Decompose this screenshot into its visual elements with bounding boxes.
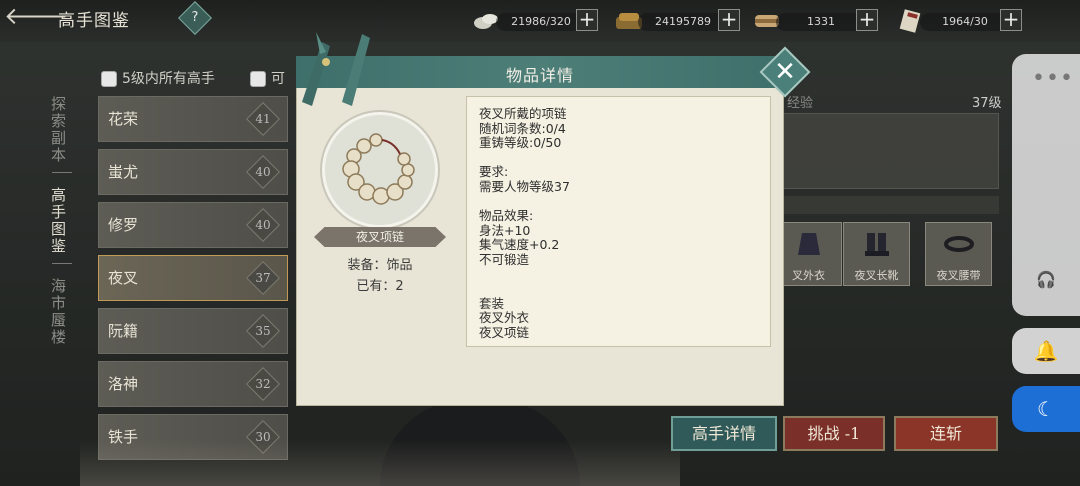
resource-value: 24195789 [638, 13, 728, 31]
resource-value: 1331 [776, 13, 866, 31]
level-badge: 41 [246, 102, 280, 136]
item-name: 夜叉项链 [314, 227, 446, 247]
menu-divider [52, 172, 72, 173]
moon-icon[interactable]: ☾ [1012, 386, 1080, 432]
set-item: 夜叉外衣 [479, 310, 530, 326]
menu-divider [52, 263, 72, 264]
item-slot: 装备：饰品 [347, 258, 413, 273]
more-icon[interactable]: ••• [1032, 66, 1074, 91]
resource-value: 1964/30 [920, 13, 1010, 31]
add-gold-button[interactable]: + [718, 9, 740, 31]
hero-detail-button[interactable]: 高手详情 [671, 416, 777, 451]
item-owned-count: 已有：2 [356, 279, 404, 294]
decorative-feathers [80, 440, 680, 486]
resource-value: 21986/320 [496, 13, 586, 31]
belt-icon [943, 236, 974, 252]
equipment-header [777, 196, 999, 214]
checkbox-icon[interactable] [250, 71, 266, 87]
resource-gold: 24195789 + [614, 9, 744, 33]
level-badge: 37 [246, 261, 280, 295]
headset-icon[interactable]: 🎧 [1036, 270, 1056, 290]
page-title: 高手图鉴 [58, 11, 130, 31]
desc-line: 重铸等级:0/50 [479, 135, 562, 151]
set-title: 套装 [479, 295, 505, 311]
filter-within-5-levels[interactable]: 5级内所有高手 [101, 68, 215, 88]
effect-line: 集气速度+0.2 [479, 237, 560, 253]
effect-line: 身法+10 [479, 222, 531, 238]
filter-second[interactable]: 可 [250, 68, 285, 88]
resource-ticket: 1964/30 + [896, 9, 1026, 33]
equip-slot-boots[interactable]: 夜叉长靴 [843, 222, 910, 286]
level-badge: 35 [246, 314, 280, 348]
requirement-line: 需要人物等级37 [479, 178, 570, 194]
add-silver-button[interactable]: + [576, 9, 598, 31]
resource-silver: 21986/320 + [472, 9, 602, 33]
sweep-button[interactable]: 连斩 [894, 416, 998, 451]
hero-item[interactable]: 修罗 40 [98, 202, 288, 248]
equip-slot-coat[interactable]: 叉外衣 [775, 222, 842, 286]
add-ticket-button[interactable]: + [1000, 9, 1022, 31]
level-badge: 40 [246, 208, 280, 242]
menu-mirage[interactable]: 海市蜃楼 [48, 278, 69, 346]
question-icon: ? [191, 10, 199, 25]
menu-hero-gallery[interactable]: 高手图鉴 [48, 187, 69, 255]
dialog-title: 物品详情 [505, 66, 574, 85]
hero-item[interactable]: 阮籍 35 [98, 308, 288, 354]
resource-scroll: 1331 + [752, 9, 882, 33]
hero-item[interactable]: 洛神 32 [98, 361, 288, 407]
close-icon: ✕ [774, 57, 796, 87]
hero-list: 花荣 41 蚩尤 40 修罗 40 夜叉 37 阮籍 35 洛神 32 铁手 30 [98, 96, 288, 467]
hero-item[interactable]: 花荣 41 [98, 96, 288, 142]
challenge-button[interactable]: 挑战 -1 [783, 416, 885, 451]
sword-ornament-icon [302, 32, 370, 106]
back-arrow-icon[interactable]: 🡐 [4, 3, 68, 31]
coat-icon [797, 233, 820, 255]
hero-level: 37级 [972, 96, 1002, 111]
desc-line: 夜叉所戴的项链 [479, 106, 567, 121]
hero-item-selected[interactable]: 夜叉 37 [98, 255, 288, 301]
menu-explore[interactable]: 探索副本 [48, 96, 69, 164]
level-badge: 40 [246, 155, 280, 189]
hero-item[interactable]: 蚩尤 40 [98, 149, 288, 195]
add-scroll-button[interactable]: + [856, 9, 878, 31]
exp-label: 经验 [787, 96, 814, 111]
item-description: 夜叉所戴的项链 随机词条数:0/4 重铸等级:0/50 要求: 需要人物等级37… [466, 96, 771, 347]
effect-title: 物品效果: [479, 208, 534, 224]
requirement-title: 要求: [479, 164, 509, 180]
boots-icon [864, 233, 889, 256]
necklace-icon [342, 133, 415, 205]
equip-slot-belt[interactable]: 夜叉腰带 [925, 222, 992, 286]
bell-icon[interactable]: 🔔 [1012, 328, 1080, 374]
vertical-menu: 探索副本 高手图鉴 海市蜃楼 [48, 96, 76, 346]
level-badge: 32 [246, 367, 280, 401]
set-item: 夜叉项链 [479, 324, 530, 340]
checkbox-icon[interactable] [101, 71, 117, 87]
hero-info-box [777, 113, 999, 189]
effect-line: 不可锻造 [479, 251, 530, 267]
desc-line: 随机词条数:0/4 [479, 120, 566, 136]
